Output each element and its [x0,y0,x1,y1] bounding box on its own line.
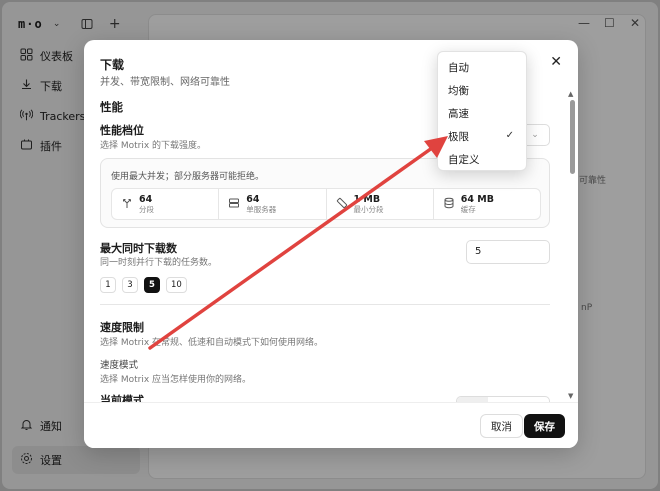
speed-mode-label: 速度模式 [100,360,139,371]
max-concurrent-label: 最大同时下载数 [100,242,177,255]
stat-label: 单服务器 [246,204,277,214]
max-concurrent-hint: 同一时刻并行下载的任务数。 [100,258,218,268]
dialog-footer: 取消 保存 [84,402,578,448]
option-label: 自动 [448,62,469,74]
speed-limit-hint: 选择 Motrix 在常规、低速和自动模式下如何使用网络。 [100,338,324,348]
option-label: 高速 [448,108,469,120]
ruler-icon [336,197,348,212]
stat-segments: 64 分段 [112,189,220,219]
perf-level-dropdown: 自动 均衡 高速 极限 ✓ 自定义 [437,51,527,171]
save-button[interactable]: 保存 [524,414,565,438]
dialog-subtitle: 并发、带宽限制、网络可靠性 [100,77,230,88]
section-divider [100,304,550,305]
server-icon [228,197,240,212]
stat-min-split: 1 MB 最小分段 [327,189,434,219]
stat-label: 分段 [139,204,154,214]
stat-cache: 64 MB 缓存 [434,189,540,219]
speed-limit-title: 速度限制 [100,321,144,334]
stat-value: 1 MB [353,193,381,205]
split-icon [121,197,133,212]
chevron-down-icon: ⌄ [531,130,539,140]
preset-chip[interactable]: 10 [166,277,187,293]
perf-card-note: 使用最大并发；部分服务器可能拒绝。 [111,172,265,182]
option-label: 极限 [448,131,469,143]
preset-chip-selected[interactable]: 5 [144,277,160,293]
dropdown-option-selected[interactable]: 极限 ✓ [438,125,526,148]
perf-level-hint: 选择 Motrix 的下载强度。 [100,141,207,151]
scroll-down-icon[interactable]: ▼ [568,392,573,400]
scrollbar-thumb[interactable] [570,100,575,174]
preset-chip[interactable]: 1 [100,277,116,293]
check-icon: ✓ [505,130,514,141]
stat-label: 缓存 [460,204,476,214]
dropdown-option[interactable]: 自定义 [438,148,526,171]
perf-level-label: 性能档位 [100,124,144,137]
option-label: 均衡 [448,85,469,97]
stat-value: 64 [139,193,153,205]
close-icon[interactable]: ✕ [550,54,562,70]
option-label: 自定义 [448,154,480,166]
stat-label: 最小分段 [353,204,384,214]
stat-per-server: 64 单服务器 [219,189,327,219]
dropdown-option[interactable]: 均衡 [438,79,526,102]
concurrency-presets: 1 3 5 10 [100,277,187,293]
dropdown-option[interactable]: 高速 [438,102,526,125]
preset-chip[interactable]: 3 [122,277,138,293]
stat-value: 64 MB [460,193,494,205]
scroll-up-icon[interactable]: ▲ [568,90,573,98]
cancel-button[interactable]: 取消 [480,414,523,438]
stat-value: 64 [246,193,260,205]
speed-mode-hint: 选择 Motrix 应当怎样使用你的网络。 [100,375,252,385]
perf-stats: 64 分段 64 单服务器 1 MB 最小分段 64 MB 缓存 [111,188,541,220]
max-concurrent-input[interactable]: 5 [466,240,550,264]
database-icon [443,197,455,212]
dialog-title: 下载 [100,58,125,72]
section-performance-title: 性能 [100,100,123,114]
dropdown-option[interactable]: 自动 [438,56,526,79]
